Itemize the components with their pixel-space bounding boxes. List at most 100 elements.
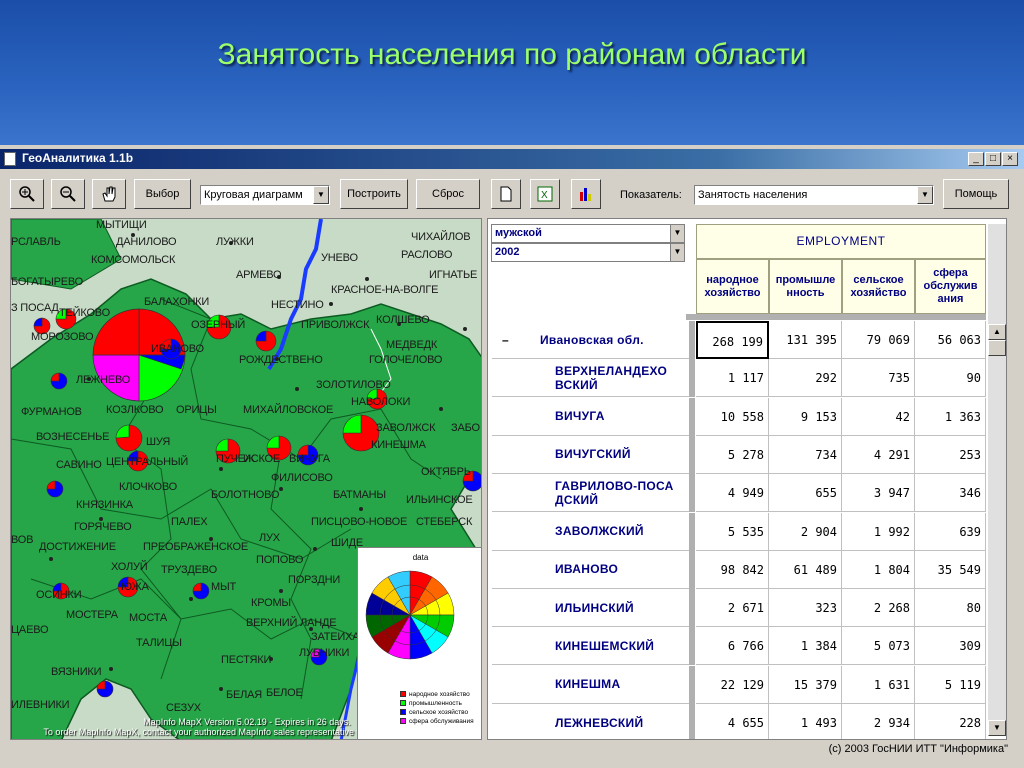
column-header[interactable]: промышле нность (769, 259, 842, 314)
table-cell[interactable]: 15 379 (769, 665, 842, 704)
table-row[interactable]: КИНЕШМА 22 129 15 379 1 631 5 119 (492, 665, 986, 704)
indicator-select[interactable]: Занятость населения ▼ (694, 185, 934, 205)
chart-button[interactable] (571, 179, 601, 209)
table-cell[interactable]: 253 (915, 435, 986, 474)
table-cell[interactable]: 292 (769, 359, 842, 398)
table-cell[interactable]: 268 199 (696, 321, 769, 359)
map-city-label: ВОЗНЕСЕНЬЕ (36, 431, 110, 443)
table-row[interactable]: ГАВРИЛОВО-ПОСА ДСКИЙ 4 949 655 3 947 346 (492, 474, 986, 513)
table-cell[interactable]: 56 063 (915, 321, 986, 359)
table-cell[interactable]: 90 (915, 359, 986, 398)
table-cell[interactable]: 61 489 (769, 550, 842, 589)
row-name-text: КИНЕШЕМСКИЙ (555, 638, 655, 653)
table-cell[interactable]: 4 291 (842, 435, 915, 474)
table-cell[interactable]: 10 558 (696, 397, 769, 436)
column-header[interactable]: сфера обслужив ания (915, 259, 986, 314)
table-cell[interactable]: 9 153 (769, 397, 842, 436)
zoom-in-button[interactable] (10, 179, 44, 209)
scroll-thumb[interactable] (988, 340, 1006, 356)
row-separator (689, 321, 695, 359)
table-cell[interactable]: 42 (842, 397, 915, 436)
table-row[interactable]: ВИЧУГСКИЙ 5 278 734 4 291 253 (492, 435, 986, 474)
table-row[interactable]: ЛЕЖНЕВСКИЙ 4 655 1 493 2 934 228 (492, 704, 986, 739)
table-row[interactable]: ИВАНОВО 98 842 61 489 1 804 35 549 (492, 550, 986, 589)
table-cell[interactable]: 228 (915, 704, 986, 739)
table-cell[interactable]: 5 073 (842, 627, 915, 666)
help-button[interactable]: Помощь (943, 179, 1009, 209)
collapse-icon[interactable]: – (502, 333, 509, 347)
table-cell[interactable]: 5 278 (696, 435, 769, 474)
table-cell[interactable]: 1 631 (842, 665, 915, 704)
table-cell[interactable]: 98 842 (696, 550, 769, 589)
map-city-label: КЛОЧКОВО (119, 481, 178, 493)
table-row[interactable]: ЗАВОЛЖСКИЙ 5 535 2 904 1 992 639 (492, 512, 986, 551)
row-name-text: ИЛЬИНСКИЙ (555, 600, 634, 615)
row-name-text: ЗАВОЛЖСКИЙ (555, 524, 644, 538)
slide-title: Занятость населения по районам области (217, 38, 807, 71)
build-button[interactable]: Построить (340, 179, 408, 209)
table-row[interactable]: ВИЧУГА 10 558 9 153 42 1 363 (492, 397, 986, 436)
hand-icon (102, 186, 116, 202)
export-excel-button[interactable]: X (530, 179, 560, 209)
table-cell[interactable]: 655 (769, 474, 842, 513)
table-cell[interactable]: 4 655 (696, 704, 769, 739)
table-cell[interactable]: 6 766 (696, 627, 769, 666)
column-header[interactable]: сельское хозяйство (842, 259, 915, 314)
table-cell[interactable]: 1 493 (769, 704, 842, 739)
map-city-label: ТАЛИЦЫ (136, 637, 182, 649)
table-row[interactable]: ВЕРХНЕЛАНДЕХО ВСКИЙ 1 117 292 735 90 (492, 359, 986, 398)
map-city-label: БАТМАНЫ (333, 489, 386, 501)
table-cell[interactable]: 5 535 (696, 512, 769, 551)
close-button[interactable]: × (1002, 152, 1018, 166)
map-city-label: МОРОЗОВО (31, 331, 94, 343)
table-cell[interactable]: 4 949 (696, 474, 769, 513)
table-row[interactable]: КИНЕШЕМСКИЙ 6 766 1 384 5 073 309 (492, 627, 986, 666)
scroll-up-button[interactable]: ▲ (988, 324, 1006, 340)
table-cell[interactable]: 80 (915, 589, 986, 628)
column-header[interactable]: народное хозяйство (696, 259, 769, 314)
map-city-label: ОКТЯБРЬ (421, 466, 471, 478)
table-cell[interactable]: 22 129 (696, 665, 769, 704)
zoom-out-icon (60, 186, 76, 202)
table-cell[interactable]: 2 671 (696, 589, 769, 628)
pan-button[interactable] (92, 179, 126, 209)
vertical-scrollbar[interactable]: ▲ ▼ (988, 224, 1006, 736)
table-cell[interactable]: 131 395 (769, 321, 842, 359)
header-divider (696, 314, 986, 320)
map-city-label: РАСЛОВО (401, 249, 453, 261)
table-cell[interactable]: 3 947 (842, 474, 915, 513)
table-cell[interactable]: 5 119 (915, 665, 986, 704)
table-cell[interactable]: 639 (915, 512, 986, 551)
reset-button[interactable]: Сброс (416, 179, 480, 209)
year-filter-select[interactable]: 2002 ▼ (491, 243, 685, 262)
table-cell[interactable]: 735 (842, 359, 915, 398)
select-button[interactable]: Выбор (134, 179, 191, 209)
table-cell[interactable]: 2 904 (769, 512, 842, 551)
map-city-label: МЫТ (211, 581, 237, 593)
table-cell[interactable]: 1 804 (842, 550, 915, 589)
legend-swatch (400, 718, 406, 725)
sex-filter-select[interactable]: мужской ▼ (491, 224, 685, 243)
table-cell[interactable]: 309 (915, 627, 986, 666)
table-cell[interactable]: 734 (769, 435, 842, 474)
chart-type-select[interactable]: Круговая диаграмм ▼ (200, 185, 330, 205)
table-cell[interactable]: 1 992 (842, 512, 915, 551)
table-cell[interactable]: 79 069 (842, 321, 915, 359)
table-cell[interactable]: 2 268 (842, 589, 915, 628)
table-cell[interactable]: 323 (769, 589, 842, 628)
table-cell[interactable]: 1 363 (915, 397, 986, 436)
table-row[interactable]: ИЛЬИНСКИЙ 2 671 323 2 268 80 (492, 589, 986, 628)
map-city-label: ВИЧУГА (289, 453, 330, 465)
table-cell[interactable]: 346 (915, 474, 986, 513)
table-row[interactable]: – Ивановская обл. 268 199 131 395 79 069 56 0… (492, 321, 986, 359)
zoom-out-button[interactable] (51, 179, 85, 209)
table-cell[interactable]: 35 549 (915, 550, 986, 589)
minimize-button[interactable]: _ (968, 152, 984, 166)
maximize-button[interactable]: □ (985, 152, 1001, 166)
scroll-down-button[interactable]: ▼ (988, 720, 1006, 736)
employment-header: EMPLOYMENT (696, 224, 986, 259)
table-cell[interactable]: 2 934 (842, 704, 915, 739)
table-cell[interactable]: 1 384 (769, 627, 842, 666)
table-cell[interactable]: 1 117 (696, 359, 769, 398)
new-document-button[interactable] (491, 179, 521, 209)
